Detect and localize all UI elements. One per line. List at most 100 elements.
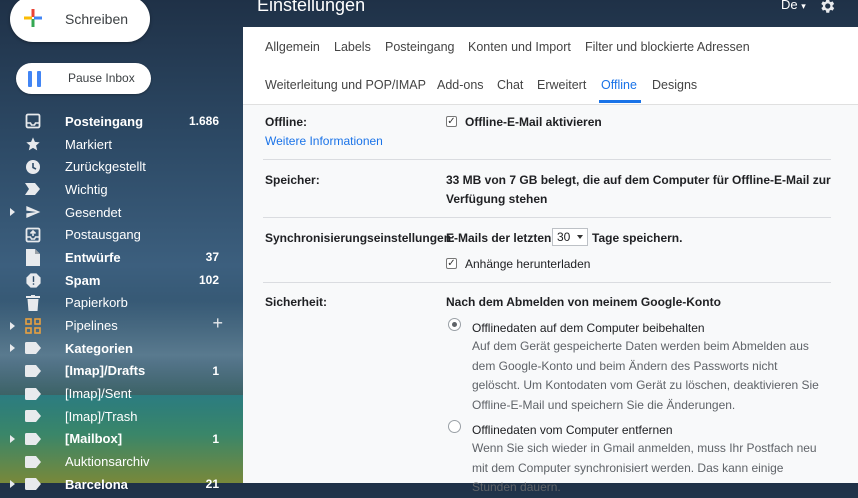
divider bbox=[263, 282, 831, 283]
tab-weiterleitung-und-pop-imap[interactable]: Weiterleitung und POP/IMAP bbox=[265, 78, 426, 92]
tab-allgemein[interactable]: Allgemein bbox=[265, 40, 320, 54]
desc-line: Wenn Sie sich wieder in Gmail anmelden, … bbox=[472, 441, 817, 455]
label-icon bbox=[24, 430, 42, 448]
star-icon bbox=[24, 135, 42, 153]
sidebar-item[interactable]: Papierkorb bbox=[0, 292, 243, 315]
sidebar-item[interactable]: [Imap]/Trash bbox=[0, 405, 243, 428]
sidebar-item-count: 37 bbox=[205, 250, 219, 265]
keep-offline-data-title: Offlinedaten auf dem Computer beibehalte… bbox=[472, 321, 705, 335]
label-icon bbox=[24, 453, 42, 471]
sidebar-item-label: Barcelona bbox=[65, 476, 128, 492]
tab-erweitert[interactable]: Erweitert bbox=[537, 78, 586, 92]
sidebar-item[interactable]: [Mailbox] 1 bbox=[0, 428, 243, 451]
language-label: De bbox=[781, 0, 798, 12]
sidebar-item[interactable]: Kategorien bbox=[0, 337, 243, 360]
tab-chat[interactable]: Chat bbox=[497, 78, 523, 92]
sync-prefix: E-Mails der letzten bbox=[446, 231, 552, 245]
tab-labels[interactable]: Labels bbox=[334, 40, 371, 54]
chevron-down-icon bbox=[577, 235, 583, 239]
label-icon bbox=[24, 362, 42, 380]
sidebar-item-count: 1 bbox=[212, 431, 219, 446]
sidebar-item-label: Markiert bbox=[65, 136, 112, 152]
storage-value-line2: Verfügung stehen bbox=[446, 192, 548, 206]
keep-offline-data-desc: Auf dem Gerät gespeicherte Daten werden … bbox=[472, 337, 819, 415]
tab-konten-und-import[interactable]: Konten und Import bbox=[468, 40, 571, 54]
tab-add-ons[interactable]: Add-ons bbox=[437, 78, 484, 92]
sidebar-item-label: Entwürfe bbox=[65, 249, 121, 265]
sidebar-item[interactable]: Entwürfe 37 bbox=[0, 246, 243, 269]
sidebar-item-label: [Imap]/Trash bbox=[65, 408, 138, 424]
sidebar-item[interactable]: [Imap]/Sent bbox=[0, 382, 243, 405]
remove-offline-data-desc: Wenn Sie sich wieder in Gmail anmelden, … bbox=[472, 439, 817, 498]
sidebar-item-label: [Mailbox] bbox=[65, 431, 123, 447]
more-info-link[interactable]: Weitere Informationen bbox=[265, 134, 383, 148]
expand-arrow-icon[interactable] bbox=[10, 321, 15, 330]
label-icon bbox=[24, 407, 42, 425]
gear-icon[interactable] bbox=[818, 0, 836, 15]
remove-offline-data-title: Offlinedaten vom Computer entfernen bbox=[472, 423, 673, 437]
offline-settings: Offline: Weitere Informationen ✓ Offline… bbox=[243, 105, 858, 494]
pause-inbox-button[interactable]: Pause Inbox bbox=[16, 63, 151, 94]
sync-label: Synchronisierungseinstellungen: bbox=[265, 231, 456, 245]
label-icon bbox=[24, 475, 42, 493]
desc-line: Auf dem Gerät gespeicherte Daten werden … bbox=[472, 339, 809, 353]
sidebar-item[interactable]: Postausgang bbox=[0, 223, 243, 246]
sidebar-item[interactable]: Markiert bbox=[0, 133, 243, 156]
offline-enable-checkbox[interactable]: ✓ bbox=[446, 116, 457, 127]
desc-line: mit dem Computer synchronisiert werden. … bbox=[472, 460, 784, 475]
language-selector[interactable]: De ▾ bbox=[781, 0, 806, 12]
tab-offline[interactable]: Offline bbox=[601, 78, 637, 92]
draft-icon bbox=[24, 248, 42, 266]
expand-arrow-icon[interactable] bbox=[10, 208, 15, 217]
inbox-icon bbox=[24, 112, 42, 130]
expand-arrow-icon[interactable] bbox=[10, 480, 15, 489]
remove-offline-data-radio[interactable] bbox=[448, 420, 461, 433]
sidebar-item-label: Postausgang bbox=[65, 227, 141, 243]
expand-arrow-icon[interactable] bbox=[10, 434, 15, 443]
sidebar-item-count: 102 bbox=[198, 273, 219, 288]
pause-inbox-label: Pause Inbox bbox=[68, 71, 135, 85]
add-icon[interactable]: + bbox=[212, 313, 223, 334]
sidebar-item[interactable]: Pipelines + bbox=[0, 313, 243, 337]
sidebar-item[interactable]: Wichtig bbox=[0, 178, 243, 201]
sync-days-select[interactable]: 30 bbox=[552, 228, 588, 246]
outbox-icon bbox=[24, 226, 42, 244]
sidebar-item-label: Kategorien bbox=[65, 340, 133, 356]
sidebar-item[interactable]: Barcelona 21 bbox=[0, 473, 243, 496]
label-icon bbox=[24, 385, 42, 403]
page-title: Einstellungen bbox=[257, 0, 366, 15]
expand-arrow-icon[interactable] bbox=[10, 344, 15, 353]
attachments-checkbox[interactable]: ✓ bbox=[446, 258, 457, 269]
sidebar-item[interactable]: Posteingang 1.686 bbox=[0, 110, 243, 133]
security-heading: Nach dem Abmelden von meinem Google-Kont… bbox=[446, 295, 721, 309]
send-icon bbox=[24, 203, 42, 221]
grid-icon bbox=[24, 317, 42, 335]
sidebar-item-label: Spam bbox=[65, 272, 101, 288]
important-icon bbox=[24, 180, 42, 198]
sidebar-item[interactable]: Spam 102 bbox=[0, 269, 243, 292]
sidebar-item[interactable]: Zurückgestellt bbox=[0, 155, 243, 178]
tab-designs[interactable]: Designs bbox=[652, 78, 697, 92]
offline-enable-label: Offline-E-Mail aktivieren bbox=[465, 115, 602, 129]
pause-icon bbox=[28, 71, 42, 87]
sidebar-item[interactable]: [Imap]/Drafts 1 bbox=[0, 360, 243, 383]
active-tab-indicator bbox=[599, 100, 641, 103]
sidebar-item-label: Wichtig bbox=[65, 181, 108, 197]
clock-icon bbox=[24, 158, 42, 176]
sync-days-value: 30 bbox=[557, 230, 571, 244]
tab-posteingang[interactable]: Posteingang bbox=[385, 40, 455, 54]
sidebar-item-label: Posteingang bbox=[65, 113, 144, 129]
keep-offline-data-radio[interactable] bbox=[448, 318, 461, 331]
sidebar: Schreiben Pause Inbox Posteingang 1.686 Ma… bbox=[0, 0, 243, 492]
divider bbox=[263, 217, 831, 218]
desc-line: Stunden dauern. bbox=[472, 480, 561, 494]
sidebar-item-label: [Imap]/Sent bbox=[65, 386, 132, 402]
sidebar-item[interactable]: Gesendet bbox=[0, 201, 243, 224]
tab-filter-und-blockierte-adressen[interactable]: Filter und blockierte Adressen bbox=[585, 40, 750, 54]
offline-label: Offline: bbox=[265, 115, 307, 129]
sidebar-nav: Posteingang 1.686 Markiert Zurückgestellt Wi… bbox=[0, 110, 243, 496]
sidebar-item-label: Gesendet bbox=[65, 204, 122, 220]
storage-value-line1: 33 MB von 7 GB belegt, die auf dem Compu… bbox=[446, 173, 831, 187]
sidebar-item[interactable]: Auktionsarchiv bbox=[0, 450, 243, 473]
compose-button[interactable]: Schreiben bbox=[10, 0, 150, 42]
